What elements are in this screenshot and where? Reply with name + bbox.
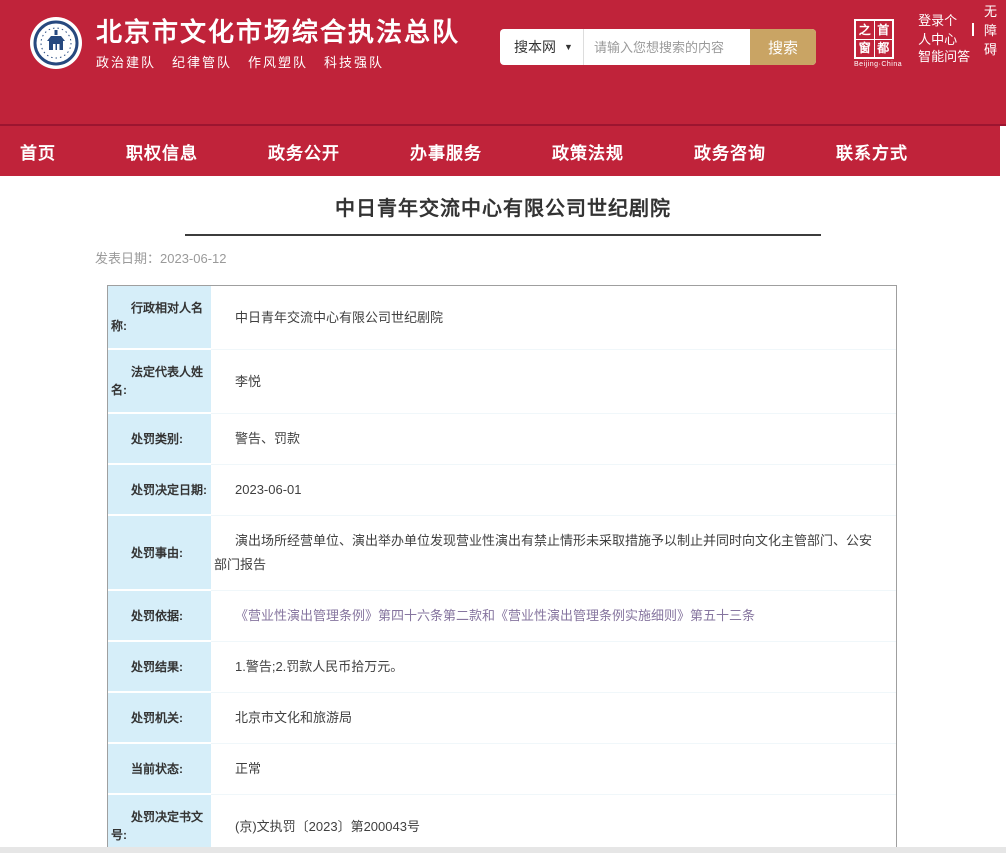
smart-qa-link[interactable]: 智能问答 <box>918 46 970 65</box>
row-label-cell: 处罚结果: <box>108 642 211 693</box>
chevron-down-icon: ▼ <box>564 42 573 52</box>
table-row: 处罚结果:1.警告;2.罚款人民币拾万元。 <box>108 642 896 693</box>
penalty-table: 行政相对人名称:中日青年交流中心有限公司世纪剧院法定代表人姓名:李悦处罚类别:警… <box>107 285 897 853</box>
brand-text: 北京市文化市场综合执法总队 政治建队 纪律管队 作风塑队 科技强队 <box>96 17 460 71</box>
seal-char: 都 <box>875 40 893 58</box>
row-label-cell: 处罚事由: <box>108 516 211 591</box>
slogan-item: 科技强队 <box>324 55 384 70</box>
nav-item-政务公开[interactable]: 政务公开 <box>268 139 340 164</box>
row-value-cell: 1.警告;2.罚款人民币拾万元。 <box>211 642 896 693</box>
table-row: 行政相对人名称:中日青年交流中心有限公司世纪剧院 <box>108 286 896 350</box>
row-value-cell: 北京市文化和旅游局 <box>211 693 896 744</box>
slogan-item: 作风塑队 <box>248 55 308 70</box>
row-value-cell: 正常 <box>211 744 896 795</box>
search-button[interactable]: 搜索 <box>750 29 816 65</box>
site-header: 北京市文化市场综合执法总队 政治建队纪律管队作风塑队科技强队 搜本网 ▼ 搜索 … <box>0 0 1006 126</box>
main-nav: 首页 职权信息 政务公开 办事服务 政策法规 政务咨询 联系方式 <box>0 126 1000 176</box>
publish-date-label: 发表日期： <box>95 251 160 266</box>
slogan-item: 纪律管队 <box>172 55 232 70</box>
seal-char: 之 <box>856 21 874 39</box>
footer-strip <box>0 847 1006 853</box>
capital-window-caption: Beijing·China <box>854 61 902 68</box>
table-row: 处罚决定书文号:(京)文执罚〔2023〕第200043号 <box>108 795 896 853</box>
slogan-item: 政治建队 <box>96 55 156 70</box>
nav-item-职权信息[interactable]: 职权信息 <box>126 139 198 164</box>
publish-date-value: 2023-06-12 <box>160 251 227 266</box>
nav-item-办事服务[interactable]: 办事服务 <box>410 139 482 164</box>
search-bar: 搜本网 ▼ 搜索 <box>500 29 816 65</box>
row-label-cell: 处罚类别: <box>108 414 211 465</box>
row-label-cell: 行政相对人名称: <box>108 286 211 350</box>
search-scope-dropdown[interactable]: 搜本网 ▼ <box>500 29 584 65</box>
nav-item-首页[interactable]: 首页 <box>20 139 56 164</box>
site-title: 北京市文化市场综合执法总队 <box>96 17 460 47</box>
corps-emblem-icon <box>30 17 82 69</box>
row-value-cell: 演出场所经营单位、演出举办单位发现营业性演出有禁止情形未采取措施予以制止并同时向… <box>211 516 896 591</box>
article-content: 中日青年交流中心有限公司世纪剧院 发表日期：2023-06-12 行政相对人名称… <box>85 192 921 853</box>
row-label-cell: 法定代表人姓名: <box>108 350 211 414</box>
nav-item-联系方式[interactable]: 联系方式 <box>836 139 908 164</box>
accessibility-link[interactable]: 无障碍 <box>984 1 1006 58</box>
row-label-cell: 当前状态: <box>108 744 211 795</box>
title-divider <box>185 234 821 236</box>
header-right-group: 之首窗都 Beijing·China 登录个人中心 无障碍 智能问答 <box>854 19 1006 68</box>
row-label-cell: 处罚决定书文号: <box>108 795 211 853</box>
site-slogans: 政治建队 纪律管队 作风塑队 科技强队 <box>96 52 460 71</box>
search-input[interactable] <box>584 29 750 65</box>
row-value-cell: (京)文执罚〔2023〕第200043号 <box>211 795 896 853</box>
page-title: 中日青年交流中心有限公司世纪剧院 <box>85 192 921 221</box>
row-value-cell: 《营业性演出管理条例》第四十六条第二款和《营业性演出管理条例实施细则》第五十三条 <box>211 591 896 642</box>
table-row: 处罚机关:北京市文化和旅游局 <box>108 693 896 744</box>
seal-char: 首 <box>875 21 893 39</box>
row-label-cell: 处罚决定日期: <box>108 465 211 516</box>
table-row: 处罚事由:演出场所经营单位、演出举办单位发现营业性演出有禁止情形未采取措施予以制… <box>108 516 896 591</box>
row-value-cell: 中日青年交流中心有限公司世纪剧院 <box>211 286 896 350</box>
site-logo-group[interactable]: 北京市文化市场综合执法总队 政治建队 纪律管队 作风塑队 科技强队 <box>30 17 460 71</box>
page: 北京市文化市场综合执法总队 政治建队纪律管队作风塑队科技强队 搜本网 ▼ 搜索 … <box>0 0 1006 853</box>
table-row: 法定代表人姓名:李悦 <box>108 350 896 414</box>
seal-char: 窗 <box>856 40 874 58</box>
row-label-cell: 处罚机关: <box>108 693 211 744</box>
login-link[interactable]: 登录个人中心 <box>918 10 962 48</box>
row-value-cell: 警告、罚款 <box>211 414 896 465</box>
capital-window-seal-icon: 之首窗都 <box>854 19 894 59</box>
row-value-cell: 2023-06-01 <box>211 465 896 516</box>
header-quick-links: 登录个人中心 无障碍 智能问答 <box>918 19 1006 65</box>
capital-window-logo[interactable]: 之首窗都 Beijing·China <box>854 19 902 68</box>
search-scope-label: 搜本网 <box>514 37 556 57</box>
table-row: 处罚类别:警告、罚款 <box>108 414 896 465</box>
publish-date: 发表日期：2023-06-12 <box>95 248 921 267</box>
table-row: 处罚决定日期:2023-06-01 <box>108 465 896 516</box>
table-row: 处罚依据:《营业性演出管理条例》第四十六条第二款和《营业性演出管理条例实施细则》… <box>108 591 896 642</box>
row-label-cell: 处罚依据: <box>108 591 211 642</box>
table-row: 当前状态:正常 <box>108 744 896 795</box>
link-divider <box>972 23 974 36</box>
nav-item-政策法规[interactable]: 政策法规 <box>552 139 624 164</box>
row-value-cell: 李悦 <box>211 350 896 414</box>
nav-item-政务咨询[interactable]: 政务咨询 <box>694 139 766 164</box>
